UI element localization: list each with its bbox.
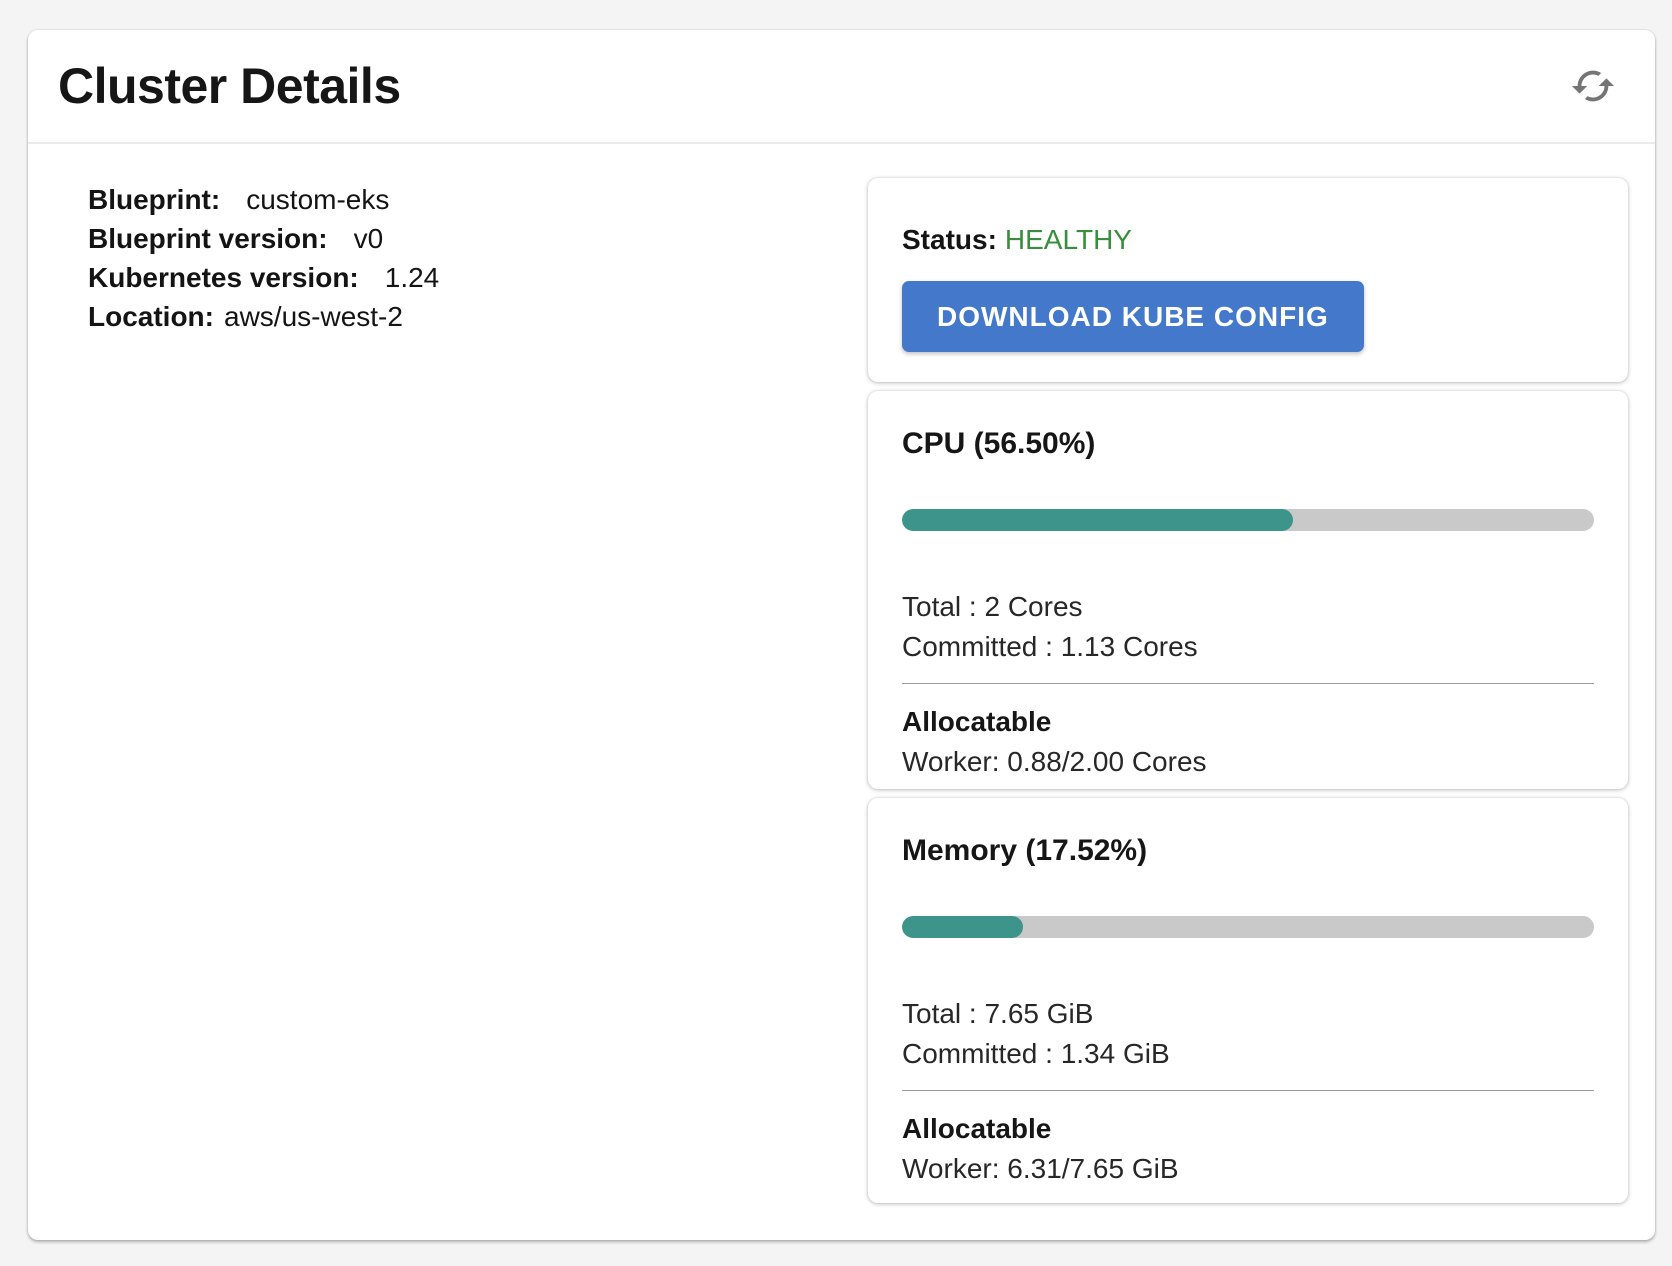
card-header: Cluster Details	[28, 30, 1655, 144]
cpu-committed: Committed : 1.13 Cores	[902, 627, 1594, 667]
detail-row-kubernetes-version: Kubernetes version: 1.24	[88, 258, 868, 297]
detail-row-blueprint-version: Blueprint version: v0	[88, 219, 868, 258]
memory-title: Memory (17.52%)	[902, 830, 1594, 872]
memory-card: Memory (17.52%) Total : 7.65 GiB Committ…	[868, 798, 1628, 1203]
location-value: aws/us-west-2	[224, 301, 403, 332]
blueprint-label: Blueprint:	[88, 184, 220, 215]
divider	[902, 683, 1594, 684]
cpu-worker: Worker: 0.88/2.00 Cores	[902, 742, 1594, 782]
cpu-allocatable-label: Allocatable	[902, 702, 1594, 742]
memory-worker: Worker: 6.31/7.65 GiB	[902, 1149, 1594, 1189]
cpu-card: CPU (56.50%) Total : 2 Cores Committed :…	[868, 391, 1628, 789]
memory-total: Total : 7.65 GiB	[902, 994, 1594, 1034]
detail-row-location: Location: aws/us-west-2	[88, 297, 868, 336]
page-title: Cluster Details	[58, 57, 401, 115]
cpu-total: Total : 2 Cores	[902, 587, 1594, 627]
memory-committed: Committed : 1.34 GiB	[902, 1034, 1594, 1074]
detail-row-blueprint: Blueprint: custom-eks	[88, 180, 868, 219]
blueprint-version-label: Blueprint version:	[88, 223, 328, 254]
cpu-progress-fill	[902, 509, 1293, 531]
memory-progress-fill	[902, 916, 1023, 938]
status-badge: HEALTHY	[1005, 224, 1132, 255]
status-card: Status: HEALTHY DOWNLOAD KUBE CONFIG	[868, 178, 1628, 382]
cluster-info: Blueprint: custom-eks Blueprint version: v…	[60, 178, 868, 1212]
card-content: Blueprint: custom-eks Blueprint version: v…	[28, 144, 1655, 1212]
cpu-title: CPU (56.50%)	[902, 423, 1594, 465]
blueprint-value: custom-eks	[246, 184, 389, 215]
kubernetes-version-value: 1.24	[385, 262, 440, 293]
status-label: Status:	[902, 224, 997, 255]
memory-totals: Total : 7.65 GiB Committed : 1.34 GiB	[902, 994, 1594, 1074]
refresh-button[interactable]	[1567, 60, 1619, 112]
download-kube-config-button[interactable]: DOWNLOAD KUBE CONFIG	[902, 281, 1364, 352]
cpu-progress-bar	[902, 509, 1594, 531]
location-label: Location:	[88, 301, 214, 332]
divider	[902, 1090, 1594, 1091]
blueprint-version-value: v0	[354, 223, 384, 254]
cluster-details-card: Cluster Details Blueprint: custom-eks Blu…	[28, 30, 1655, 1240]
status-line: Status: HEALTHY	[902, 224, 1594, 256]
right-column: Status: HEALTHY DOWNLOAD KUBE CONFIG CPU …	[868, 178, 1628, 1212]
memory-progress-bar	[902, 916, 1594, 938]
kubernetes-version-label: Kubernetes version:	[88, 262, 359, 293]
cpu-totals: Total : 2 Cores Committed : 1.13 Cores	[902, 587, 1594, 667]
memory-allocatable-label: Allocatable	[902, 1109, 1594, 1149]
refresh-icon	[1570, 63, 1616, 109]
